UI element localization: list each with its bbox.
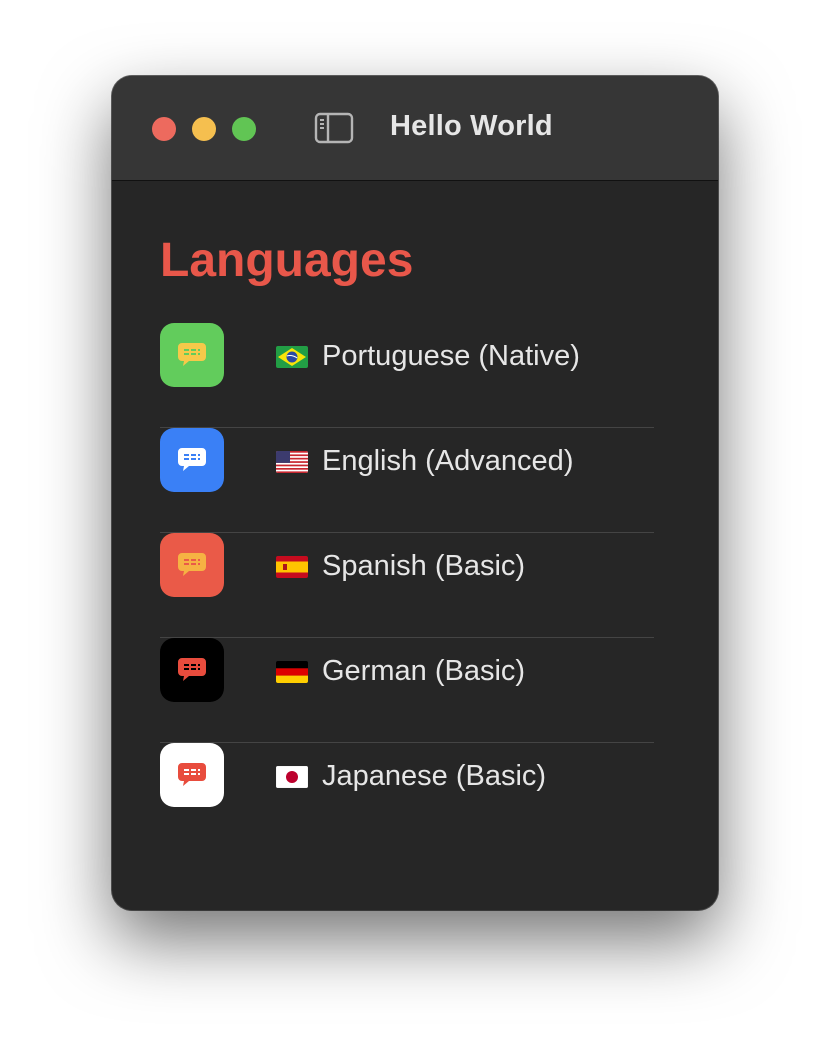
- close-window-button[interactable]: [152, 117, 176, 141]
- language-label: English (Advanced): [322, 445, 574, 477]
- main-content: Languages Portuguese (Native) English (A…: [112, 181, 718, 910]
- flag-japan-icon: [276, 766, 308, 788]
- app-window: Hello World Languages Portuguese (Native…: [112, 76, 718, 910]
- language-label: German (Basic): [322, 655, 526, 687]
- window-title: Hello World: [390, 110, 553, 142]
- list-item[interactable]: Spanish (Basic): [160, 533, 654, 638]
- list-item[interactable]: English (Advanced): [160, 428, 654, 533]
- chat-bubble-icon: [160, 533, 224, 597]
- language-label: Portuguese (Native): [322, 340, 580, 372]
- list-item[interactable]: German (Basic): [160, 638, 654, 743]
- language-list: Portuguese (Native) English (Advanced) S…: [160, 323, 654, 847]
- chat-bubble-icon: [160, 428, 224, 492]
- list-item[interactable]: Japanese (Basic): [160, 743, 654, 847]
- flag-usa-icon: [276, 451, 308, 473]
- language-label: Spanish (Basic): [322, 550, 526, 582]
- sidebar-toggle-icon[interactable]: [314, 112, 354, 144]
- language-label: Japanese (Basic): [322, 760, 547, 792]
- flag-brazil-icon: [276, 346, 308, 368]
- list-item[interactable]: Portuguese (Native): [160, 323, 654, 428]
- minimize-window-button[interactable]: [192, 117, 216, 141]
- flag-spain-icon: [276, 556, 308, 578]
- chat-bubble-icon: [160, 323, 224, 387]
- title-bar: Hello World: [112, 76, 718, 181]
- flag-germany-icon: [276, 661, 308, 683]
- chat-bubble-icon: [160, 638, 224, 702]
- chat-bubble-icon: [160, 743, 224, 807]
- zoom-window-button[interactable]: [232, 117, 256, 141]
- page-title: Languages: [160, 234, 414, 287]
